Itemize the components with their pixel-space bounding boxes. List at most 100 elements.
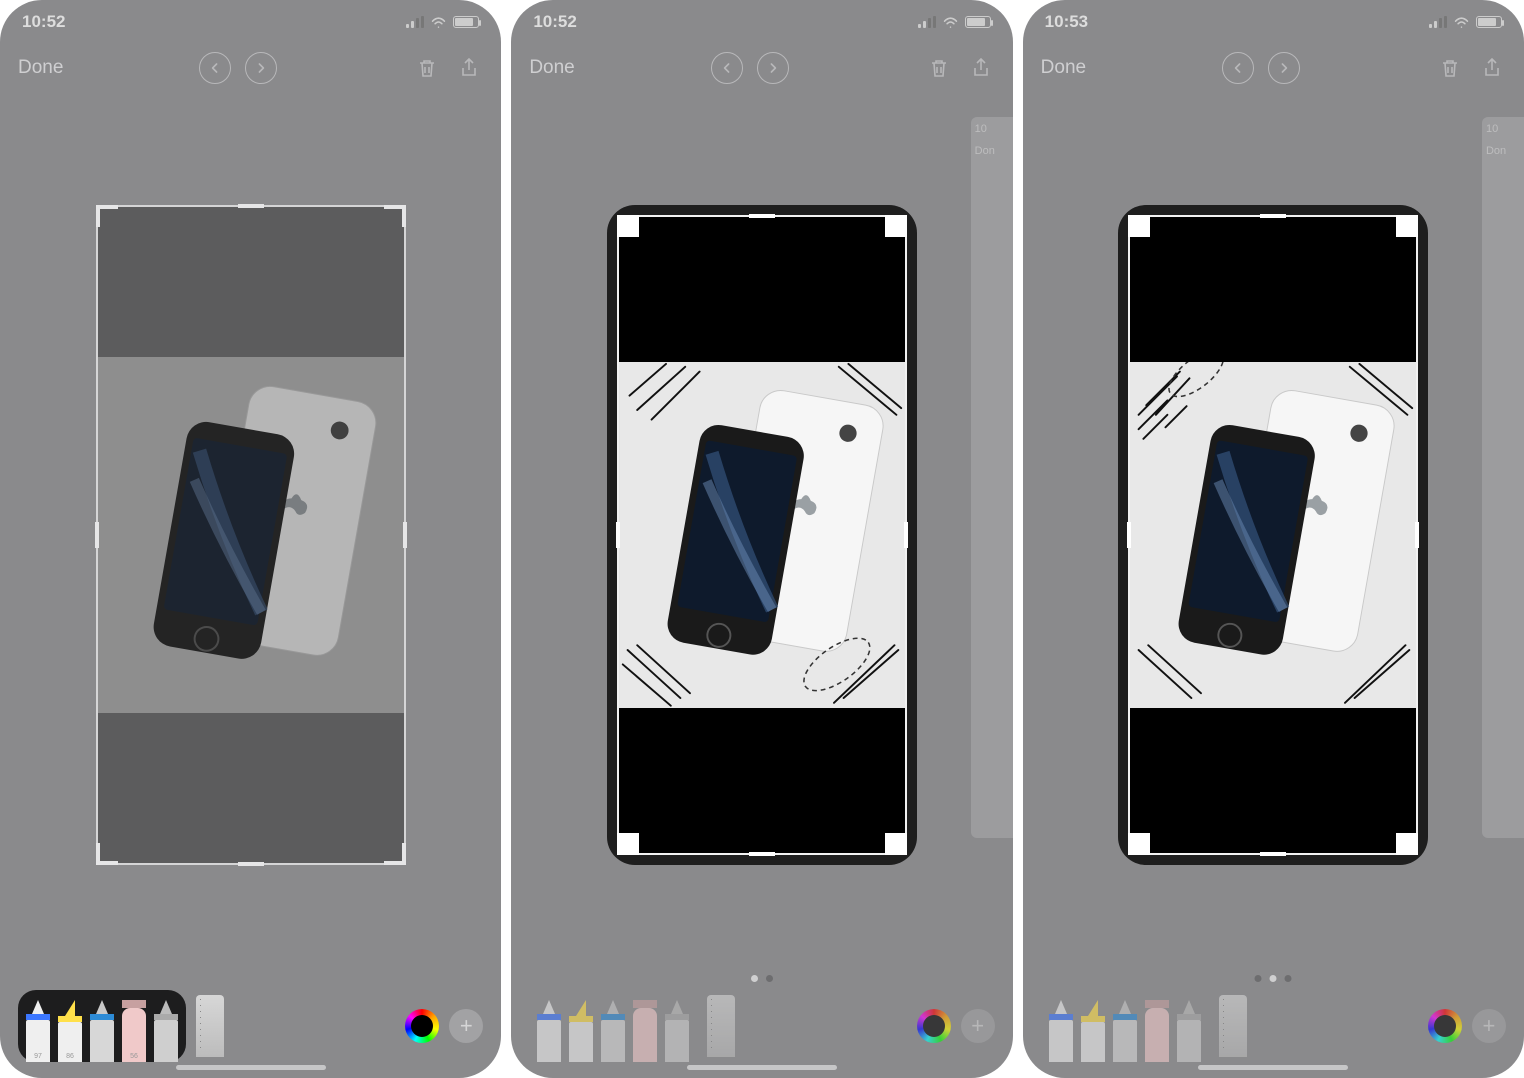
crop-handle-tr[interactable] [1396, 215, 1418, 237]
page-indicator [1255, 975, 1292, 982]
crop-handle-bottom[interactable] [238, 862, 264, 866]
ruler-tool[interactable] [1219, 995, 1247, 1057]
pen-tool[interactable]: 97 [26, 1000, 50, 1062]
crop-handle-br[interactable] [885, 833, 907, 855]
screenshot-thumbnail[interactable] [607, 205, 917, 865]
add-annotation-button[interactable]: + [961, 1009, 995, 1043]
crop-handle-left[interactable] [616, 522, 620, 548]
editor-toolbar: Done [0, 44, 501, 92]
undo-button[interactable] [1222, 52, 1254, 84]
lasso-tool[interactable] [665, 1000, 689, 1062]
crop-handle-right[interactable] [403, 522, 407, 548]
status-time: 10:52 [533, 12, 576, 32]
canvas-area[interactable]: 10 Don [1023, 92, 1524, 988]
status-indicators [1429, 16, 1502, 28]
wifi-icon [1453, 16, 1470, 28]
drawing-tools-group[interactable] [1041, 990, 1209, 1062]
highlighter-tool[interactable]: 86 [58, 1000, 82, 1062]
cellular-signal-icon [406, 16, 424, 28]
crop-handle-tr[interactable] [885, 215, 907, 237]
done-button[interactable]: Done [18, 57, 63, 79]
crop-handle-br[interactable] [1396, 833, 1418, 855]
crop-handle-right[interactable] [904, 522, 908, 548]
next-screenshot-peek[interactable]: 10 Don [1482, 117, 1524, 838]
canvas-area[interactable]: 10 Don [511, 92, 1012, 988]
status-bar: 10:52 [0, 0, 501, 44]
crop-handle-tl[interactable] [617, 215, 639, 237]
peek-time: 10 [975, 123, 1013, 135]
eraser-tool[interactable]: 56 [122, 1000, 146, 1062]
screenshot-editor-screen-2: 10:52 Done 10 Don [511, 0, 1012, 1078]
drawing-tools-group[interactable] [529, 990, 697, 1062]
trash-button[interactable] [925, 54, 953, 82]
share-button[interactable] [967, 54, 995, 82]
peek-done: Don [1486, 145, 1524, 157]
screenshot-thumbnail[interactable] [1118, 205, 1428, 865]
redo-button[interactable] [757, 52, 789, 84]
crop-handle-br[interactable] [384, 843, 406, 865]
peek-time: 10 [1486, 123, 1524, 135]
crop-handle-bottom[interactable] [749, 852, 775, 856]
pen-tool[interactable] [537, 1000, 561, 1062]
eraser-tool[interactable] [1145, 1000, 1169, 1062]
crop-frame[interactable] [1128, 215, 1418, 855]
home-indicator[interactable] [687, 1065, 837, 1070]
crop-handle-top[interactable] [238, 204, 264, 208]
trash-button[interactable] [1436, 54, 1464, 82]
done-button[interactable]: Done [529, 57, 574, 79]
crop-handle-right[interactable] [1415, 522, 1419, 548]
undo-button[interactable] [711, 52, 743, 84]
screenshot-editor-screen-1: 10:52 Done [0, 0, 501, 1078]
lasso-tool[interactable] [154, 1000, 178, 1062]
redo-button[interactable] [1268, 52, 1300, 84]
ruler-tool[interactable] [707, 995, 735, 1057]
pencil-tool[interactable] [90, 1000, 114, 1062]
crop-handle-bl[interactable] [1128, 833, 1150, 855]
redo-button[interactable] [245, 52, 277, 84]
crop-handle-left[interactable] [95, 522, 99, 548]
crop-handle-left[interactable] [1127, 522, 1131, 548]
crop-handle-tl[interactable] [1128, 215, 1150, 237]
share-button[interactable] [1478, 54, 1506, 82]
eraser-tool[interactable] [633, 1000, 657, 1062]
crop-handle-top[interactable] [749, 214, 775, 218]
highlighter-tool[interactable] [569, 1000, 593, 1062]
crop-handle-bl[interactable] [617, 833, 639, 855]
screenshot-thumbnail[interactable] [96, 205, 406, 865]
canvas-area[interactable] [0, 92, 501, 988]
color-picker-button[interactable] [1428, 1009, 1462, 1043]
highlighter-tool[interactable] [1081, 1000, 1105, 1062]
wifi-icon [430, 16, 447, 28]
lasso-tool[interactable] [1177, 1000, 1201, 1062]
peek-done: Don [975, 145, 1013, 157]
status-bar: 10:52 [511, 0, 1012, 44]
status-time: 10:53 [1045, 12, 1088, 32]
screenshot-editor-screen-3: 10:53 Done 10 Don [1023, 0, 1524, 1078]
crop-frame[interactable] [96, 205, 406, 865]
pen-tool[interactable] [1049, 1000, 1073, 1062]
status-bar: 10:53 [1023, 0, 1524, 44]
crop-handle-tr[interactable] [384, 205, 406, 227]
pencil-tool[interactable] [1113, 1000, 1137, 1062]
home-indicator[interactable] [176, 1065, 326, 1070]
crop-handle-top[interactable] [1260, 214, 1286, 218]
cellular-signal-icon [918, 16, 936, 28]
crop-frame[interactable] [617, 215, 907, 855]
pencil-tool[interactable] [601, 1000, 625, 1062]
battery-icon [965, 16, 991, 28]
done-button[interactable]: Done [1041, 57, 1086, 79]
crop-handle-bottom[interactable] [1260, 852, 1286, 856]
color-picker-button[interactable] [405, 1009, 439, 1043]
crop-handle-tl[interactable] [96, 205, 118, 227]
home-indicator[interactable] [1198, 1065, 1348, 1070]
add-annotation-button[interactable]: + [449, 1009, 483, 1043]
next-screenshot-peek[interactable]: 10 Don [971, 117, 1013, 838]
color-picker-button[interactable] [917, 1009, 951, 1043]
drawing-tools-group[interactable]: 97 86 56 [18, 990, 186, 1062]
trash-button[interactable] [413, 54, 441, 82]
add-annotation-button[interactable]: + [1472, 1009, 1506, 1043]
share-button[interactable] [455, 54, 483, 82]
crop-handle-bl[interactable] [96, 843, 118, 865]
ruler-tool[interactable] [196, 995, 224, 1057]
undo-button[interactable] [199, 52, 231, 84]
